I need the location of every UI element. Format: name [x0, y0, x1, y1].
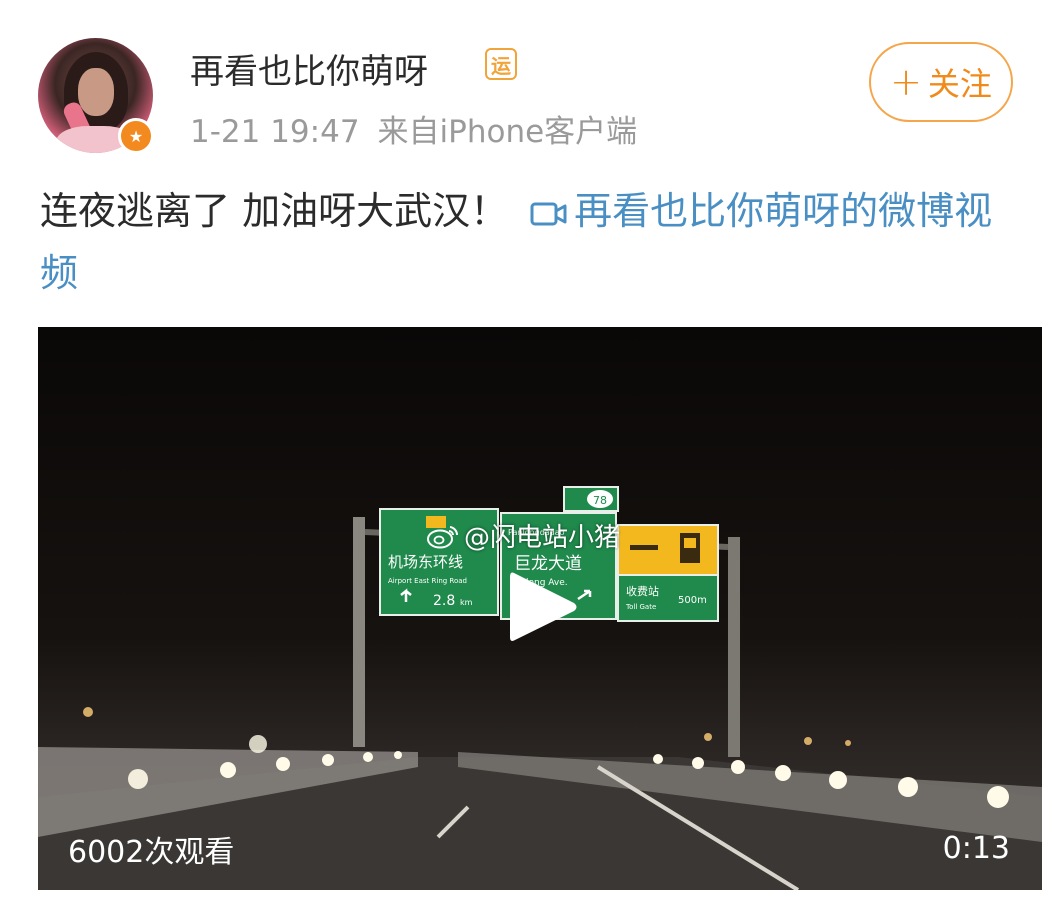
verified-badge-icon: ★: [118, 118, 154, 154]
sign-left-unit: km: [460, 598, 473, 607]
gantry-pole-right: [728, 537, 740, 757]
post-text: 连夜逃离了 加油呀大武汉！: [40, 189, 509, 233]
view-count: 6002次观看: [68, 835, 235, 870]
post-timestamp: 1-21 19:47: [190, 114, 360, 150]
follow-button[interactable]: + 关注: [869, 42, 1013, 122]
post-meta: 1-21 19:47 来自iPhone客户端: [190, 106, 637, 151]
plus-icon: +: [890, 60, 922, 104]
route-number: 78: [593, 494, 607, 507]
video-watermark: @闪电站小猪: [426, 517, 620, 554]
follow-label: 关注: [927, 65, 992, 103]
sign-left-sub: Airport East Ring Road: [388, 577, 467, 585]
video-camera-icon: [530, 202, 567, 225]
post-text-block: 连夜逃离了 加油呀大武汉！ 再看也比你萌呀的微博视频: [40, 180, 1030, 304]
avatar-face: [78, 68, 114, 116]
sign-left-title: 机场东环线: [388, 553, 463, 571]
play-icon[interactable]: [504, 567, 580, 647]
sign-right-dist: 500m: [678, 595, 707, 606]
video-duration: 0:13: [942, 831, 1010, 866]
sign-right-title: 收费站: [626, 584, 659, 598]
sign-right-sub: Toll Gate: [625, 603, 656, 611]
video-watermark-text: @闪电站小猪: [464, 523, 621, 553]
weibo-logo-icon: [427, 525, 459, 548]
yun-badge-icon: 运: [485, 48, 517, 80]
sign-left-dist: 2.8: [433, 593, 455, 609]
gantry-pole-left: [353, 517, 365, 747]
post-source: 来自iPhone客户端: [377, 114, 638, 150]
video-player[interactable]: 机场东环线 Airport East Ring Road 2.8 km Panl…: [38, 327, 1042, 890]
username[interactable]: 再看也比你萌呀: [190, 44, 428, 93]
